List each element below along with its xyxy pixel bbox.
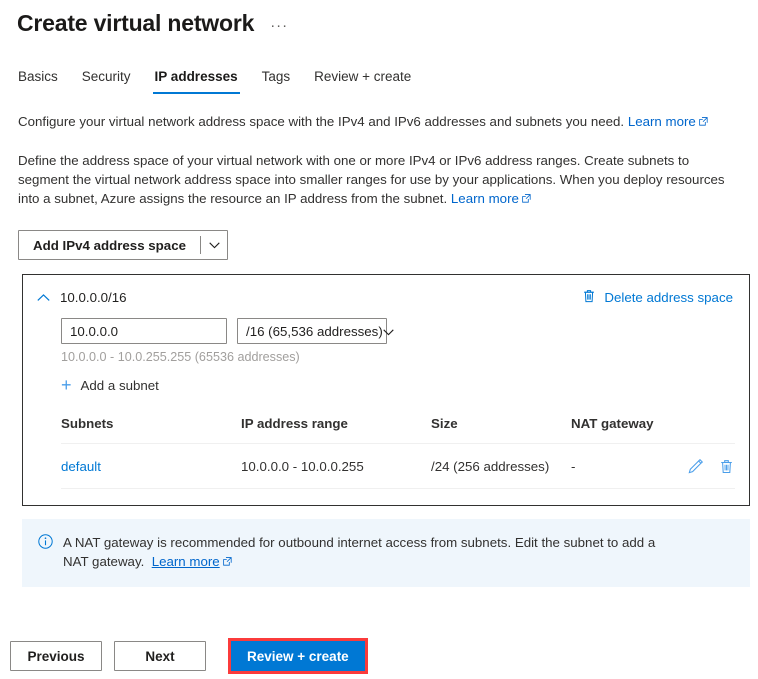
review-create-button[interactable]: Review + create [231, 641, 365, 671]
page-title: Create virtual network [17, 10, 255, 36]
more-options-ellipsis[interactable]: ··· [270, 14, 288, 33]
tab-ip-addresses[interactable]: IP addresses [145, 69, 248, 94]
pencil-icon[interactable] [688, 459, 703, 474]
detail-learn-more-link[interactable]: Learn more [451, 191, 519, 206]
subnet-ip-range-cell: 10.0.0.0 - 10.0.0.255 [241, 443, 431, 489]
nat-gateway-learn-more-link[interactable]: Learn more [152, 554, 220, 569]
subnet-actions-cell [671, 443, 735, 489]
page-header: Create virtual network ··· [0, 0, 758, 38]
add-subnet-button[interactable]: + Add a subnet [61, 375, 159, 395]
trash-icon [583, 289, 595, 306]
external-link-icon [522, 194, 531, 203]
review-create-highlight: Review + create [228, 638, 368, 674]
next-button[interactable]: Next [114, 641, 206, 671]
tab-security[interactable]: Security [72, 69, 141, 94]
external-link-icon [699, 117, 708, 126]
subnet-row-actions [671, 459, 735, 474]
wizard-footer: Previous Next Review + create [0, 638, 758, 674]
subnet-name-link[interactable]: default [61, 459, 101, 474]
address-space-cidr-label: 10.0.0.0/16 [60, 290, 127, 305]
external-link-icon [222, 557, 232, 566]
tab-basics[interactable]: Basics [8, 69, 68, 94]
trash-icon[interactable] [720, 459, 733, 474]
intro-description-text: Configure your virtual network address s… [18, 114, 625, 129]
subnet-table-body: default 10.0.0.0 - 10.0.0.255 /24 (256 a… [61, 443, 735, 489]
address-prefix-size-value: /16 (65,536 addresses) [246, 323, 383, 339]
chevron-down-icon [383, 324, 394, 339]
detail-description-text: Define the address space of your virtual… [18, 153, 725, 206]
add-subnet-label: Add a subnet [80, 378, 159, 393]
address-space-input-row: /16 (65,536 addresses) [61, 318, 735, 344]
subnet-name-cell: default [61, 443, 241, 489]
delete-address-space-label: Delete address space [604, 290, 733, 305]
column-header-ip-address-range: IP address range [241, 416, 431, 444]
add-address-space-row: Add IPv4 address space [18, 230, 740, 260]
detail-description: Define the address space of your virtual… [18, 151, 740, 208]
address-range-hint: 10.0.0.0 - 10.0.255.255 (65536 addresses… [61, 350, 300, 364]
chevron-up-icon[interactable] [37, 293, 51, 302]
nat-gateway-info-text-wrap: A NAT gateway is recommended for outboun… [63, 533, 663, 571]
address-prefix-input[interactable] [61, 318, 227, 344]
intro-description: Configure your virtual network address s… [18, 112, 740, 131]
add-ipv4-address-space-button[interactable]: Add IPv4 address space [18, 230, 228, 260]
column-header-size: Size [431, 416, 571, 444]
subnet-nat-gateway-cell: - [571, 443, 671, 489]
previous-button[interactable]: Previous [10, 641, 102, 671]
table-row: default 10.0.0.0 - 10.0.0.255 /24 (256 a… [61, 443, 735, 489]
info-circle-icon [38, 534, 53, 554]
column-header-nat-gateway: NAT gateway [571, 416, 671, 444]
wizard-tab-bar: Basics Security IP addresses Tags Review… [0, 64, 758, 94]
tab-review-create[interactable]: Review + create [304, 69, 421, 94]
plus-icon: + [61, 375, 72, 395]
intro-learn-more-link[interactable]: Learn more [628, 114, 696, 129]
column-header-subnets: Subnets [61, 416, 241, 444]
address-space-card: 10.0.0.0/16 Delete address space /16 (65… [22, 274, 750, 506]
delete-address-space-button[interactable]: Delete address space [583, 289, 735, 306]
subnet-table-header-row: Subnets IP address range Size NAT gatewa… [61, 416, 735, 444]
subnet-table: Subnets IP address range Size NAT gatewa… [61, 416, 735, 489]
subnet-size-cell: /24 (256 addresses) [431, 443, 571, 489]
column-header-actions [671, 416, 735, 444]
add-ipv4-address-space-label: Add IPv4 address space [33, 237, 186, 253]
main-content: Configure your virtual network address s… [0, 112, 758, 587]
address-space-card-header: 10.0.0.0/16 Delete address space [37, 289, 735, 306]
subnet-table-header: Subnets IP address range Size NAT gatewa… [61, 416, 735, 444]
chevron-down-icon[interactable] [201, 231, 227, 259]
address-prefix-size-select[interactable]: /16 (65,536 addresses) [237, 318, 394, 344]
address-space-title-group: 10.0.0.0/16 [37, 290, 127, 305]
nat-gateway-info-banner: A NAT gateway is recommended for outboun… [22, 519, 750, 587]
tab-tags[interactable]: Tags [252, 69, 301, 94]
